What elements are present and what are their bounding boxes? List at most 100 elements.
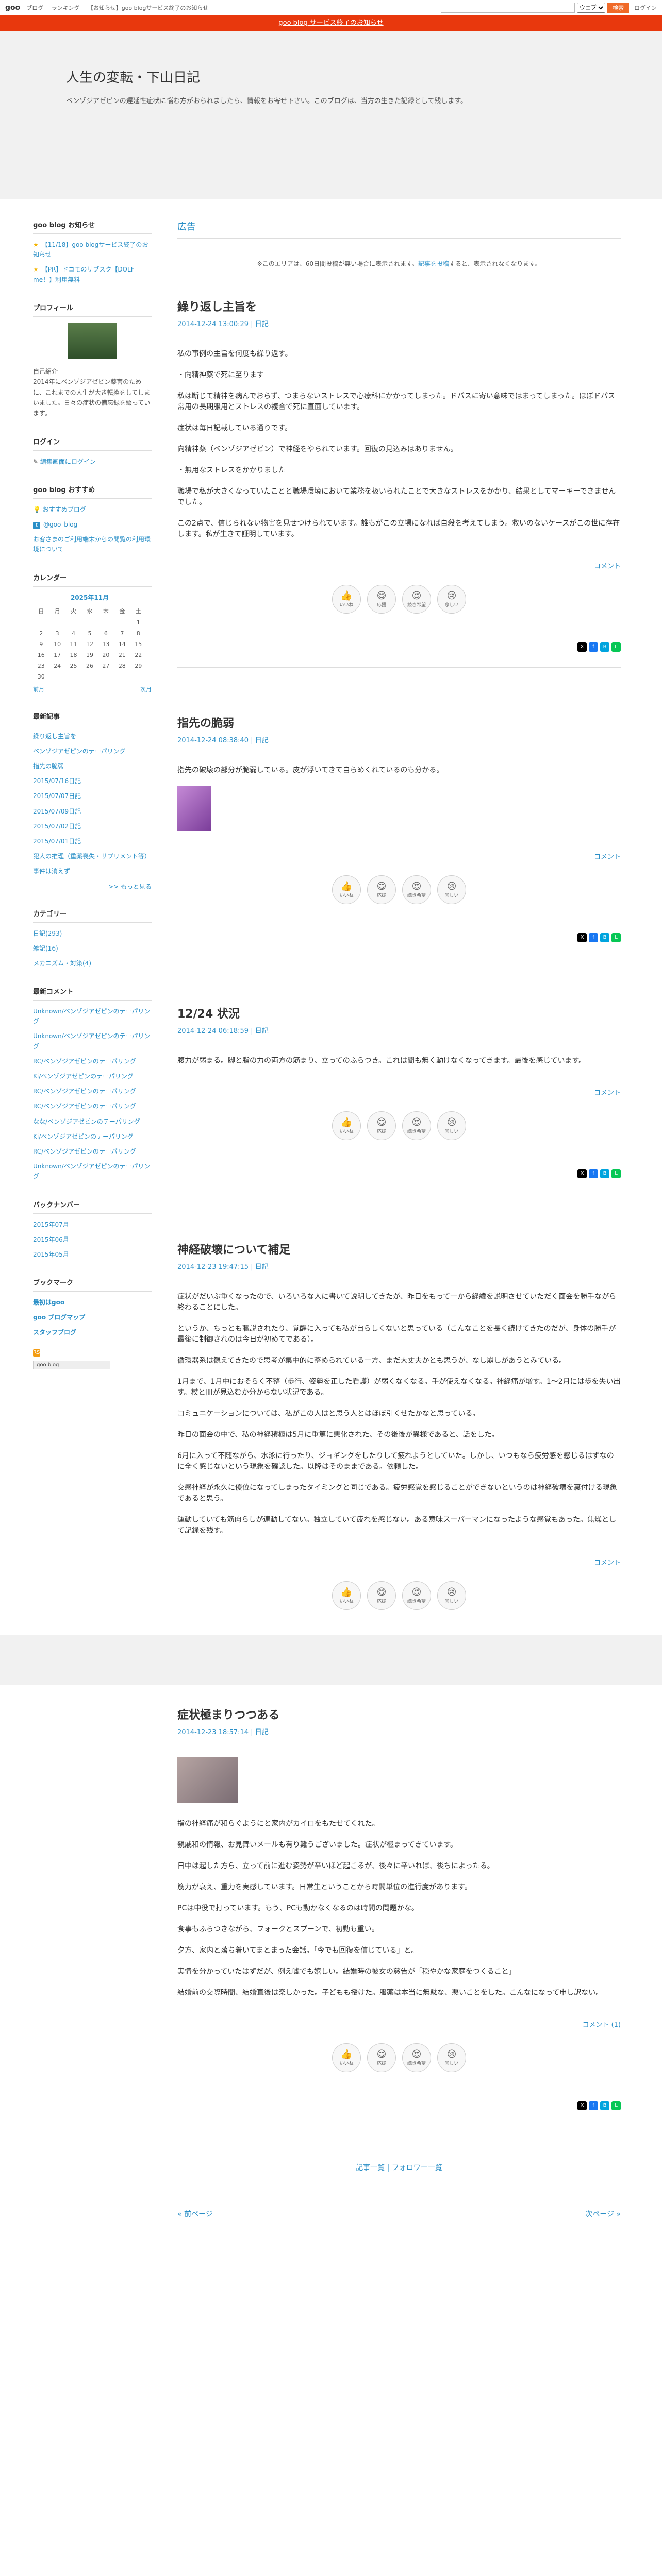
nav-ranking[interactable]: ランキング [52, 5, 80, 11]
recent-entry-link[interactable]: 事件は消えず [33, 868, 70, 875]
entry-photo[interactable] [177, 1757, 238, 1803]
line-share-icon[interactable]: L [611, 642, 621, 652]
category-link[interactable]: 雑記(16) [33, 945, 58, 952]
entry-title[interactable]: 12/24 状況 [177, 1005, 621, 1021]
prev-page-link[interactable]: « 前ページ [177, 2209, 213, 2219]
category-link[interactable]: 日記(293) [33, 930, 62, 937]
bookmark-link[interactable]: goo ブログマップ [33, 1314, 85, 1321]
reaction-more[interactable]: 😍 続き希望 [402, 875, 431, 904]
reaction-sad[interactable]: 😢 悲しい [437, 2043, 466, 2072]
rss-icon[interactable]: RSS [33, 1349, 43, 1357]
service-end-link[interactable]: goo blog サービス終了のお知らせ [278, 19, 383, 27]
reaction-more[interactable]: 😍 続き希望 [402, 1581, 431, 1610]
entry-category[interactable]: 日記 [255, 737, 269, 744]
comment-link[interactable]: RC/ベンゾジアゼピンのテーパリング [33, 1148, 136, 1155]
reaction-cheer[interactable]: 😋 応援 [367, 585, 396, 614]
x-share-icon[interactable]: X [577, 1169, 587, 1178]
nav-notice[interactable]: 【お知らせ】goo blogサービス終了のお知らせ [88, 5, 208, 11]
reaction-more[interactable]: 😍 続き希望 [402, 1111, 431, 1140]
recommend-link[interactable]: @goo_blog [43, 521, 77, 528]
reaction-cheer[interactable]: 😋 応援 [367, 875, 396, 904]
x-share-icon[interactable]: X [577, 2101, 587, 2110]
reaction-like[interactable]: 👍 いいね [332, 585, 361, 614]
category-link[interactable]: メカニズム・対策(4) [33, 960, 91, 967]
reaction-like[interactable]: 👍 いいね [332, 1581, 361, 1610]
comment-count-link[interactable]: コメント [594, 563, 621, 570]
hatena-share-icon[interactable]: B [600, 1169, 609, 1178]
bookmark-link[interactable]: 最初はgoo [33, 1299, 64, 1306]
reaction-cheer[interactable]: 😋 応援 [367, 1111, 396, 1140]
entry-title[interactable]: 神経破壊について補足 [177, 1241, 621, 1257]
recent-entry-link[interactable]: 2015/07/09日記 [33, 808, 81, 815]
comment-link[interactable]: Ki/ベンゾジアゼピンのテーパリング [33, 1133, 134, 1140]
entry-list-link[interactable]: 記事一覧 | フォロワー一覧 [356, 2164, 442, 2172]
facebook-share-icon[interactable]: f [589, 2101, 598, 2110]
search-input[interactable] [441, 2, 575, 13]
bookmark-link[interactable]: スタッフブログ [33, 1329, 76, 1336]
reaction-sad[interactable]: 😢 悲しい [437, 1581, 466, 1610]
entry-category[interactable]: 日記 [255, 320, 269, 328]
facebook-share-icon[interactable]: f [589, 642, 598, 652]
line-share-icon[interactable]: L [611, 2101, 621, 2110]
facebook-share-icon[interactable]: f [589, 933, 598, 942]
entry-title[interactable]: 指先の脆弱 [177, 714, 621, 731]
entry-category[interactable]: 日記 [255, 1027, 269, 1035]
x-share-icon[interactable]: X [577, 642, 587, 652]
recent-entry-link[interactable]: ベンゾジアゼピンのテーパリング [33, 748, 126, 755]
comment-count-link[interactable]: コメント (1) [582, 2021, 621, 2029]
reaction-sad[interactable]: 😢 悲しい [437, 1111, 466, 1140]
login-link[interactable]: ログイン [634, 4, 657, 12]
comment-link[interactable]: RC/ベンゾジアゼピンのテーパリング [33, 1088, 136, 1095]
reaction-like[interactable]: 👍 いいね [332, 2043, 361, 2072]
reaction-more[interactable]: 😍 続き希望 [402, 2043, 431, 2072]
comment-count-link[interactable]: コメント [594, 853, 621, 861]
blog-title[interactable]: 人生の変転・下山日記 [66, 67, 662, 86]
backnumber-link[interactable]: 2015年06月 [33, 1236, 69, 1243]
next-page-link[interactable]: 次ページ » [585, 2209, 621, 2219]
recent-entry-link[interactable]: 指先の脆弱 [33, 762, 64, 770]
entry-title[interactable]: 繰り返し主旨を [177, 298, 621, 314]
reaction-cheer[interactable]: 😋 応援 [367, 1581, 396, 1610]
recommend-link[interactable]: おすすめブログ [43, 506, 86, 513]
entry-category[interactable]: 日記 [255, 1728, 269, 1736]
backnumber-link[interactable]: 2015年07月 [33, 1221, 69, 1228]
editor-login-link[interactable]: 編集画面にログイン [40, 458, 96, 465]
post-entry-link[interactable]: 記事を投稿 [418, 260, 449, 267]
reaction-sad[interactable]: 😢 悲しい [437, 875, 466, 904]
notice-link[interactable]: 【PR】ドコモのサブスク【DOLF me！】利用無料 [33, 266, 135, 283]
comment-link[interactable]: RC/ベンゾジアゼピンのテーパリング [33, 1103, 136, 1110]
recent-entry-link[interactable]: 2015/07/07日記 [33, 792, 81, 800]
goo-blog-badge[interactable]: goo blog [33, 1360, 110, 1369]
reaction-like[interactable]: 👍 いいね [332, 1111, 361, 1140]
goo-logo[interactable]: goo [5, 4, 20, 12]
entry-photo[interactable] [177, 786, 211, 831]
nav-blog[interactable]: ブログ [26, 5, 43, 11]
reaction-more[interactable]: 😍 続き希望 [402, 585, 431, 614]
comment-link[interactable]: RC/ベンゾジアゼピンのテーパリング [33, 1058, 136, 1065]
recent-entry-link[interactable]: 繰り返し主旨を [33, 733, 76, 740]
profile-image[interactable] [68, 323, 117, 359]
comment-link[interactable]: なな/ベンゾジアゼピンのテーパリング [33, 1118, 140, 1125]
recent-entry-link[interactable]: 2015/07/02日記 [33, 823, 81, 830]
facebook-share-icon[interactable]: f [589, 1169, 598, 1178]
comment-link[interactable]: Ki/ベンゾジアゼピンのテーパリング [33, 1073, 134, 1080]
recent-entry-link[interactable]: 2015/07/01日記 [33, 838, 81, 845]
calendar-prev[interactable]: 前月 [33, 685, 44, 693]
reaction-cheer[interactable]: 😋 応援 [367, 2043, 396, 2072]
line-share-icon[interactable]: L [611, 1169, 621, 1178]
entry-title[interactable]: 症状極まりつつある [177, 1706, 621, 1722]
comment-count-link[interactable]: コメント [594, 1559, 621, 1567]
hatena-share-icon[interactable]: B [600, 2101, 609, 2110]
line-share-icon[interactable]: L [611, 933, 621, 942]
notice-link[interactable]: 【11/18】goo blogサービス終了のお知らせ [33, 241, 148, 258]
comment-count-link[interactable]: コメント [594, 1089, 621, 1097]
hatena-share-icon[interactable]: B [600, 642, 609, 652]
x-share-icon[interactable]: X [577, 933, 587, 942]
search-scope[interactable]: ウェブ [577, 2, 605, 13]
search-button[interactable]: 検索 [607, 2, 629, 13]
reaction-sad[interactable]: 😢 悲しい [437, 585, 466, 614]
hatena-share-icon[interactable]: B [600, 933, 609, 942]
entry-category[interactable]: 日記 [255, 1263, 269, 1271]
recent-entry-link[interactable]: 2015/07/16日記 [33, 777, 81, 785]
backnumber-link[interactable]: 2015年05月 [33, 1251, 69, 1258]
